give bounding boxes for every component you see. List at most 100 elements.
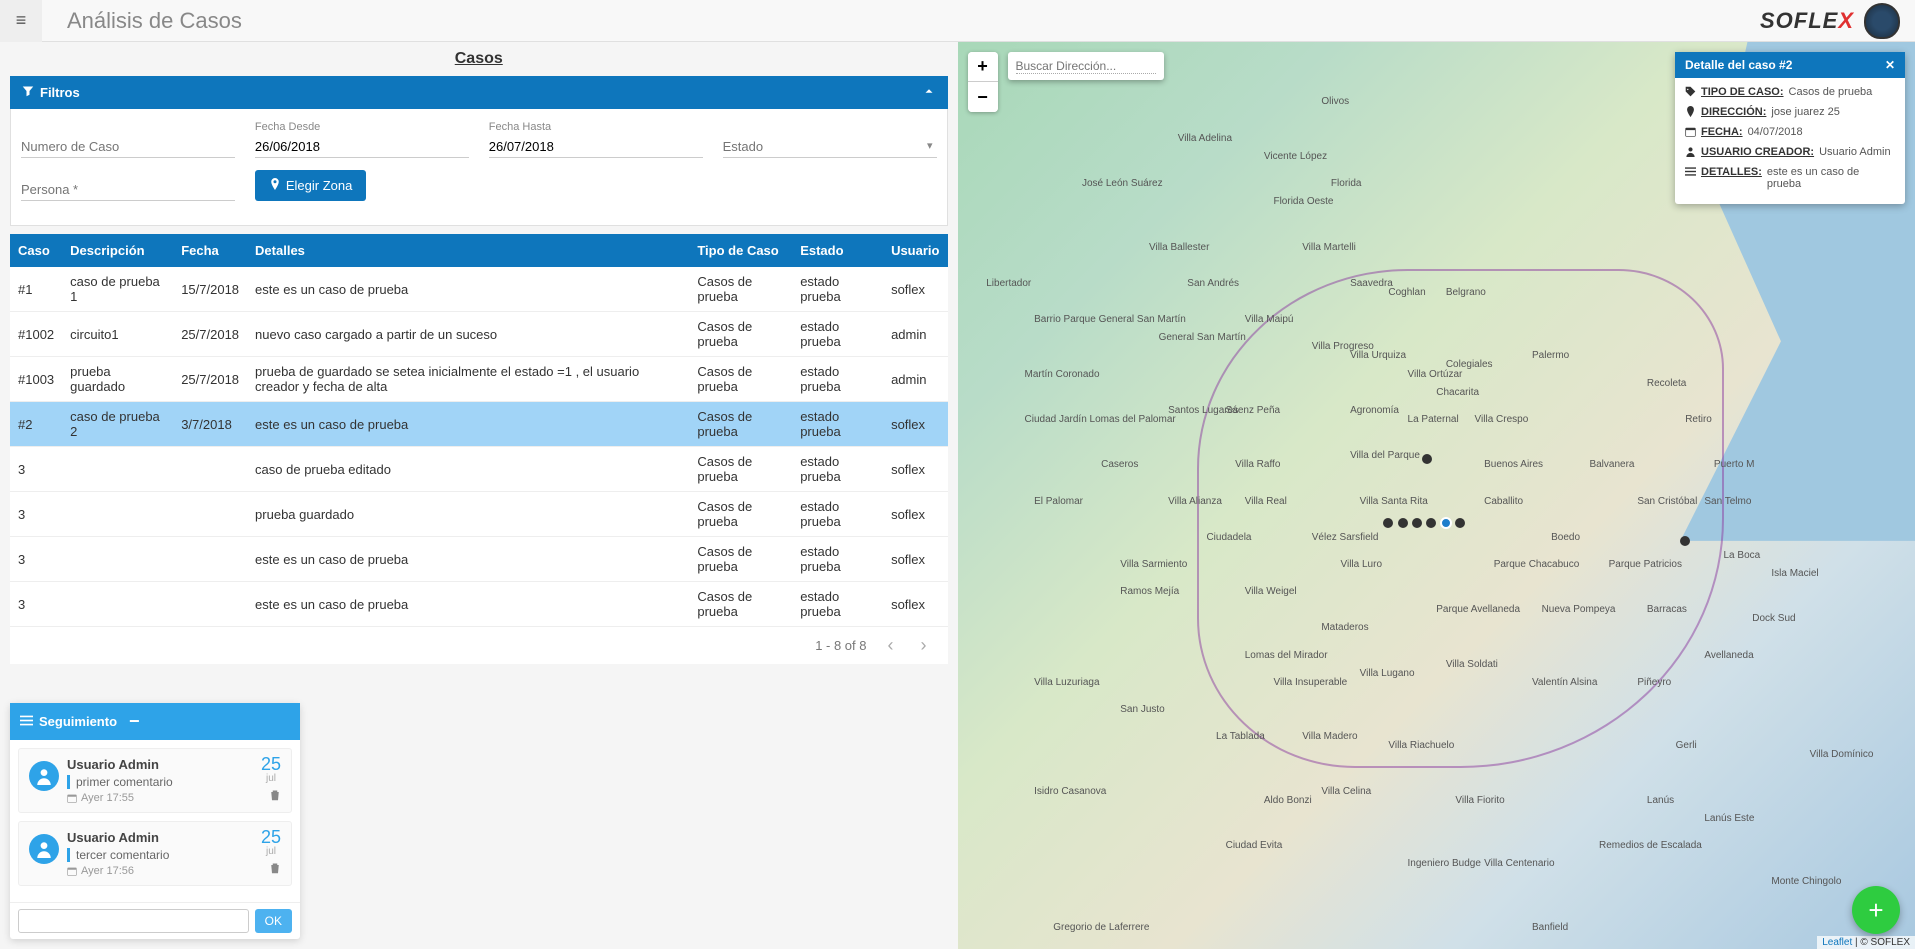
cases-table: CasoDescripciónFechaDetallesTipo de Caso… — [10, 234, 948, 627]
zoom-out-button[interactable]: − — [968, 82, 998, 112]
map-marker[interactable] — [1680, 536, 1690, 546]
map-place-label: La Tablada — [1216, 731, 1265, 742]
map-place-label: Olivos — [1321, 96, 1349, 107]
map-place-label: Parque Avellaneda — [1436, 604, 1520, 615]
map-place-label: Lanús — [1647, 795, 1674, 806]
prev-page-button[interactable]: ‹ — [882, 635, 900, 656]
close-detail-button[interactable]: ✕ — [1885, 58, 1895, 72]
table-row[interactable]: 3caso de prueba editadoCasos de pruebaes… — [10, 447, 948, 492]
map-place-label: Recoleta — [1647, 378, 1686, 389]
map-place-label: Avellaneda — [1704, 650, 1753, 661]
menu-toggle[interactable]: ≡ — [0, 0, 42, 42]
elegir-zona-button[interactable]: Elegir Zona — [255, 170, 366, 201]
table-row[interactable]: 3prueba guardadoCasos de pruebaestado pr… — [10, 492, 948, 537]
map-place-label: Saavedra — [1350, 278, 1393, 289]
table-row[interactable]: 3este es un caso de pruebaCasos de prueb… — [10, 537, 948, 582]
map-place-label: Banfield — [1532, 922, 1568, 933]
detail-row: DETALLES: este es un caso de prueba — [1685, 166, 1895, 190]
map-marker[interactable] — [1422, 454, 1432, 464]
map-marker[interactable] — [1398, 518, 1408, 528]
map-place-label: Aldo Bonzi — [1264, 795, 1312, 806]
filters-panel-header[interactable]: Filtros — [10, 76, 948, 109]
col-header[interactable]: Detalles — [247, 234, 689, 267]
map-place-label: Vicente López — [1264, 151, 1327, 162]
map-marker[interactable] — [1412, 518, 1422, 528]
col-header[interactable]: Caso — [10, 234, 62, 267]
map-place-label: Isla Maciel — [1771, 568, 1818, 579]
comment-time: Ayer 17:55 — [67, 792, 281, 804]
comment-date: 25jul — [261, 828, 281, 857]
fecha-desde-input[interactable] — [255, 135, 469, 158]
map-place-label: Martín Coronado — [1025, 369, 1100, 380]
map-place-label: Piñeyro — [1637, 677, 1671, 688]
col-header[interactable]: Estado — [792, 234, 883, 267]
table-row[interactable]: #1002circuito125/7/2018nuevo caso cargad… — [10, 312, 948, 357]
marker-icon — [1685, 106, 1696, 120]
map-place-label: La Boca — [1724, 550, 1761, 561]
map-place-label: Coghlan — [1388, 287, 1425, 298]
col-header[interactable]: Descripción — [62, 234, 173, 267]
detail-row: TIPO DE CASO: Casos de prueba — [1685, 86, 1895, 100]
map-place-label: Villa Lugano — [1360, 668, 1415, 679]
detail-title: Detalle del caso #2 — [1685, 58, 1792, 72]
map-place-label: Villa Centenario — [1484, 858, 1554, 869]
map-place-label: Parque Patricios — [1609, 559, 1682, 570]
map-place-label: Villa Crespo — [1475, 414, 1529, 425]
map-place-label: Remedios de Escalada — [1599, 840, 1702, 851]
map-place-label: Villa Real — [1245, 496, 1287, 507]
minimize-icon[interactable]: − — [129, 711, 140, 732]
avatar — [29, 761, 59, 791]
comment-card: Usuario Admin primer comentario Ayer 17:… — [18, 748, 292, 813]
leaflet-link[interactable]: Leaflet — [1822, 937, 1852, 948]
map-place-label: Villa Luzuriaga — [1034, 677, 1099, 688]
col-header[interactable]: Tipo de Caso — [689, 234, 792, 267]
comment-user: Usuario Admin — [67, 757, 281, 772]
numero-caso-input[interactable] — [21, 135, 235, 158]
map-place-label: Nueva Pompeya — [1542, 604, 1616, 615]
page-title: Análisis de Casos — [67, 8, 1760, 34]
table-row[interactable]: #1003prueba guardado25/7/2018prueba de g… — [10, 357, 948, 402]
map-place-label: Villa Raffo — [1235, 459, 1280, 470]
fecha-desde-label: Fecha Desde — [255, 121, 469, 133]
table-row[interactable]: 3este es un caso de pruebaCasos de prueb… — [10, 582, 948, 627]
delete-comment-button[interactable] — [269, 862, 281, 877]
map-marker[interactable] — [1440, 517, 1452, 529]
tag-icon — [1685, 86, 1696, 100]
map-place-label: Balvanera — [1589, 459, 1634, 470]
col-header[interactable]: Fecha — [173, 234, 247, 267]
map-place-label: Villa Luro — [1341, 559, 1383, 570]
persona-input[interactable] — [21, 178, 235, 201]
map-attribution: Leaflet | © SOFLEX — [1817, 936, 1915, 949]
estado-select[interactable] — [723, 135, 937, 158]
map-place-label: San Justo — [1120, 704, 1164, 715]
map-marker[interactable] — [1455, 518, 1465, 528]
map-place-label: Buenos Aires — [1484, 459, 1543, 470]
zoom-in-button[interactable]: + — [968, 52, 998, 82]
map-place-label: Isidro Casanova — [1034, 786, 1106, 797]
map-marker[interactable] — [1426, 518, 1436, 528]
comment-input[interactable] — [18, 909, 249, 933]
delete-comment-button[interactable] — [269, 789, 281, 804]
seguimiento-header[interactable]: Seguimiento − — [10, 703, 300, 740]
map-place-label: Villa Insuperable — [1273, 677, 1347, 688]
map-place-label: San Telmo — [1704, 496, 1751, 507]
map-marker[interactable] — [1383, 518, 1393, 528]
list-icon — [1685, 166, 1696, 180]
list-icon — [20, 714, 33, 730]
add-case-fab[interactable]: + — [1852, 886, 1900, 934]
map-place-label: Puerto M — [1714, 459, 1755, 470]
comment-submit-button[interactable]: OK — [255, 909, 292, 933]
map-search-input[interactable] — [1016, 59, 1156, 74]
table-row[interactable]: #2caso de prueba 23/7/2018este es un cas… — [10, 402, 948, 447]
fecha-hasta-input[interactable] — [489, 135, 703, 158]
map-place-label: Gerli — [1676, 740, 1697, 751]
map-marker-icon — [269, 178, 281, 193]
map-place-label: Vélez Sarsfield — [1312, 532, 1379, 543]
next-page-button[interactable]: › — [915, 635, 933, 656]
map-place-label: Chacarita — [1436, 387, 1479, 398]
col-header[interactable]: Usuario — [883, 234, 947, 267]
table-row[interactable]: #1caso de prueba 115/7/2018este es un ca… — [10, 267, 948, 312]
map-place-label: Palermo — [1532, 350, 1569, 361]
map-place-label: Lanús Este — [1704, 813, 1754, 824]
pagination-text: 1 - 8 of 8 — [815, 638, 866, 653]
